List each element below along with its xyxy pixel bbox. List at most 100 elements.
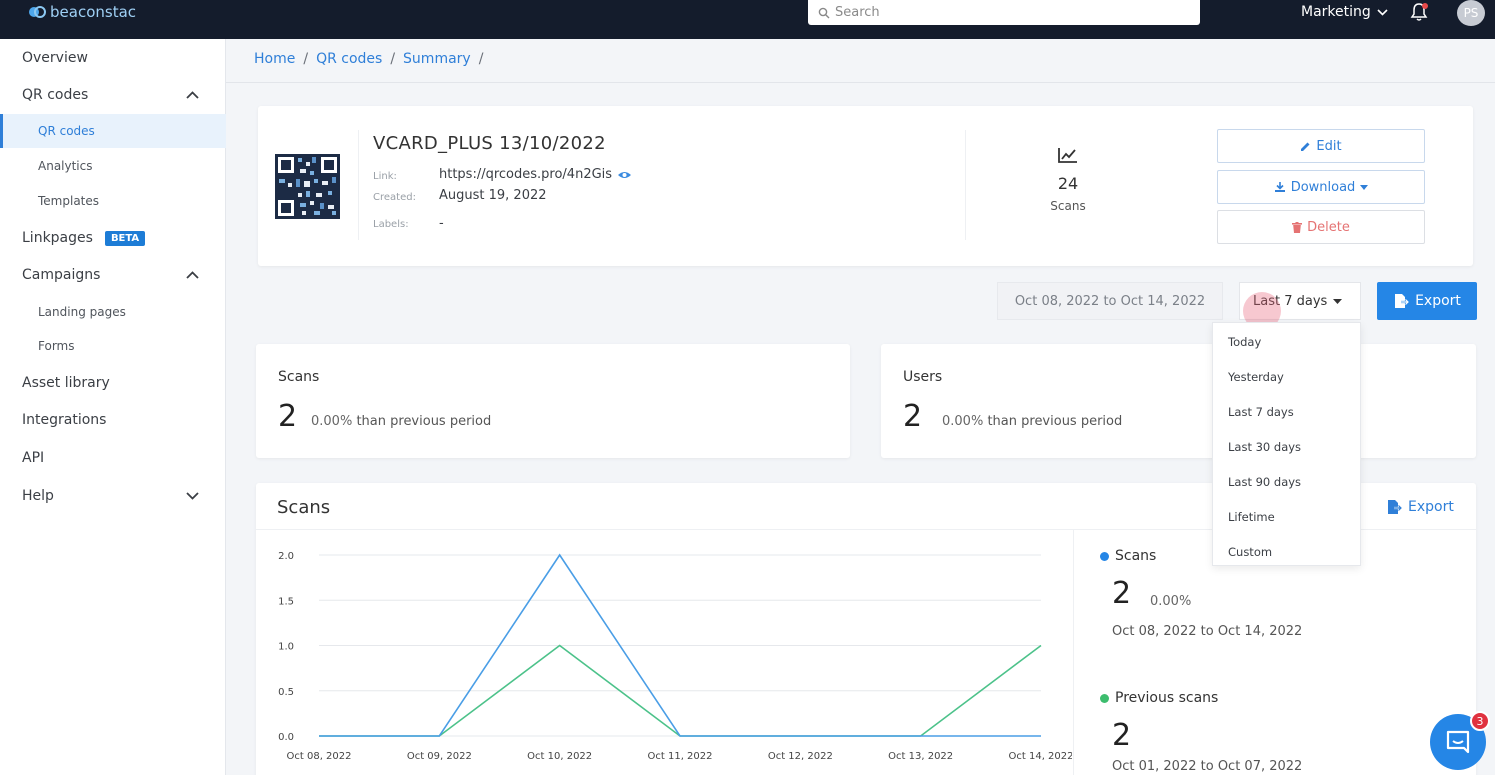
download-icon [1274, 182, 1285, 192]
sidebar-item-api[interactable]: API [0, 443, 226, 473]
dropdown-option[interactable]: Last 90 days [1228, 475, 1301, 489]
x-tick-label: Oct 13, 2022 [888, 751, 953, 762]
sidebar-item-label: Forms [38, 339, 75, 353]
download-label: Download [1290, 179, 1356, 195]
sidebar-subitem-landing-pages[interactable]: Landing pages [0, 297, 226, 327]
dropdown-option[interactable]: Lifetime [1228, 510, 1275, 524]
export-button[interactable]: Export [1377, 282, 1477, 320]
legend-current-value: 2 [1112, 576, 1132, 611]
legend-label: Previous scans [1115, 690, 1219, 706]
y-tick-label: 0.0 [278, 732, 294, 743]
chevron-down-icon [186, 492, 199, 500]
sidebar-item-label: QR codes [22, 87, 89, 103]
qr-summary-card: VCARD_PLUS 13/10/2022 Link: https://qrco… [258, 106, 1473, 266]
total-scans-count: 24 [1057, 174, 1079, 193]
sidebar-item-label: API [22, 450, 45, 466]
stat-change-suffix: than previous period [356, 414, 492, 429]
scans-line-chart: 0.0 0.5 1.0 1.5 2.0 Oct 08, 2022 Oct 09, 2022 O… [278, 551, 1072, 762]
y-tick-label: 0.5 [278, 687, 294, 698]
sidebar-subitem-analytics[interactable]: Analytics [0, 151, 226, 181]
delete-label: Delete [1307, 219, 1350, 235]
dropdown-option[interactable]: Custom [1228, 545, 1272, 559]
sidebar-subitem-templates[interactable]: Templates [0, 186, 226, 216]
stat-title: Scans [278, 369, 320, 385]
breadcrumb-summary[interactable]: Summary [403, 51, 471, 67]
y-tick-label: 1.5 [278, 596, 294, 607]
legend-dot [1100, 551, 1109, 561]
sidebar: Overview QR codes QR codes Analytics Tem… [0, 39, 226, 775]
sidebar-item-label: Linkpages [22, 230, 93, 246]
stat-value: 2 [278, 399, 298, 434]
brand-name: beaconstac [50, 3, 137, 21]
sidebar-item-label: Landing pages [38, 305, 126, 319]
download-button[interactable]: Download [1217, 170, 1425, 204]
brand-logo[interactable]: beaconstac [28, 3, 136, 21]
search-icon [818, 7, 830, 18]
caret-down-icon [1360, 184, 1369, 190]
card-divider [358, 130, 359, 240]
eye-icon[interactable] [617, 170, 632, 180]
total-scans-label: Scans [1050, 199, 1086, 213]
search-input[interactable] [835, 5, 1175, 20]
legend-dot [1100, 693, 1109, 703]
dropdown-option[interactable]: Last 7 days [1228, 405, 1294, 419]
export-icon [1388, 500, 1402, 514]
sidebar-item-qr-codes[interactable]: QR codes [0, 80, 226, 110]
qr-title: VCARD_PLUS 13/10/2022 [373, 133, 606, 154]
stat-change-pct: 0.00% [942, 414, 984, 429]
user-avatar[interactable]: PS [1457, 0, 1485, 26]
trend-chart-icon [1058, 148, 1077, 163]
chat-unread-badge: 3 [1470, 711, 1490, 731]
sidebar-subitem-qr-codes[interactable]: QR codes [0, 114, 226, 148]
workspace-selector[interactable]: Marketing [1301, 4, 1388, 20]
breadcrumb-separator: / [390, 51, 396, 67]
caret-down-icon [1333, 298, 1343, 304]
sidebar-item-label: Analytics [38, 159, 93, 173]
sidebar-item-campaigns[interactable]: Campaigns [0, 260, 226, 290]
beta-badge: BETA [104, 230, 146, 246]
sidebar-item-asset-library[interactable]: Asset library [0, 368, 226, 398]
sidebar-item-label: Help [22, 488, 54, 504]
x-tick-label: Oct 12, 2022 [768, 751, 833, 762]
chevron-up-icon [186, 271, 199, 279]
sidebar-item-integrations[interactable]: Integrations [0, 405, 226, 435]
dropdown-option[interactable]: Today [1228, 335, 1261, 349]
sidebar-item-help[interactable]: Help [0, 481, 226, 511]
qr-link[interactable]: https://qrcodes.pro/4n2Gis [439, 167, 632, 182]
search-box[interactable] [808, 0, 1200, 25]
trash-icon [1292, 221, 1303, 233]
breadcrumb-home[interactable]: Home [254, 51, 295, 67]
dropdown-option[interactable]: Last 30 days [1228, 440, 1301, 454]
breadcrumb-qr-codes[interactable]: QR codes [316, 51, 382, 67]
users-stat-card: Users 2 0.00% than previous period [881, 344, 1476, 458]
dropdown-option[interactable]: Yesterday [1228, 370, 1284, 384]
pencil-icon [1301, 142, 1310, 151]
total-scans: 24 Scans [1028, 146, 1108, 213]
sidebar-subitem-forms[interactable]: Forms [0, 331, 226, 361]
sidebar-item-linkpages[interactable]: Linkpages BETA [0, 223, 226, 253]
qr-code-image[interactable] [274, 153, 341, 220]
legend-divider [1073, 530, 1074, 775]
created-date: August 19, 2022 [439, 188, 547, 203]
sidebar-item-label: Campaigns [22, 267, 101, 283]
stat-change-pct: 0.00% [311, 414, 353, 429]
labels-value: - [439, 216, 444, 231]
sidebar-item-label: Templates [38, 194, 100, 208]
qr-link-text: https://qrcodes.pro/4n2Gis [439, 167, 613, 182]
labels-label: Labels: [373, 219, 409, 230]
chevron-down-icon [1377, 8, 1388, 16]
beaconstac-logo-icon [29, 6, 46, 18]
y-tick-label: 1.0 [278, 642, 294, 653]
legend-current: Scans [1100, 548, 1156, 564]
chart-export-label: Export [1408, 499, 1454, 515]
sidebar-item-overview[interactable]: Overview [0, 43, 226, 73]
sidebar-item-label: QR codes [38, 124, 95, 138]
x-tick-label: Oct 08, 2022 [287, 751, 352, 762]
chart-export-link[interactable]: Export [1386, 499, 1454, 515]
stat-value: 2 [903, 399, 923, 434]
edit-button[interactable]: Edit [1217, 129, 1425, 163]
date-range-display[interactable]: Oct 08, 2022 to Oct 14, 2022 [997, 282, 1223, 320]
chevron-up-icon [186, 91, 199, 99]
legend-previous-range: Oct 01, 2022 to Oct 07, 2022 [1112, 759, 1303, 774]
delete-button[interactable]: Delete [1217, 210, 1425, 244]
